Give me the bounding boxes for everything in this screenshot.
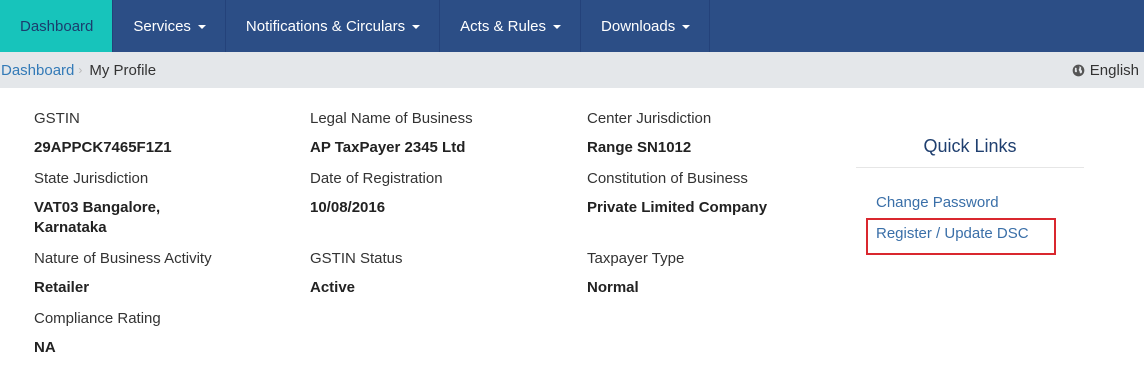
- date-of-registration-value: 10/08/2016: [310, 199, 386, 216]
- nav-acts-rules[interactable]: Acts & Rules: [440, 0, 582, 52]
- nav-notifications-label: Notifications & Circulars: [245, 17, 406, 35]
- nav-dashboard[interactable]: Dashboard: [0, 0, 114, 52]
- caret-down-icon: [553, 25, 562, 29]
- nature-of-business-value: Retailer: [34, 279, 90, 296]
- language-selector[interactable]: English: [1072, 52, 1139, 88]
- breadcrumb-current: My Profile: [89, 61, 157, 79]
- taxpayer-type-label: Taxpayer Type: [587, 250, 685, 267]
- language-label: English: [1089, 61, 1139, 79]
- center-jurisdiction-value: Range SN1012: [587, 139, 692, 156]
- center-jurisdiction-label: Center Jurisdiction: [587, 110, 712, 127]
- nav-dashboard-label: Dashboard: [20, 17, 94, 35]
- nature-of-business-label: Nature of Business Activity: [34, 250, 212, 267]
- taxpayer-type-value: Normal: [587, 279, 639, 296]
- nav-downloads-label: Downloads: [601, 17, 676, 35]
- nav-services[interactable]: Services: [113, 0, 226, 52]
- breadcrumb: Dashboard › My Profile English: [0, 52, 1144, 88]
- legal-name-value: AP TaxPayer 2345 Ltd: [310, 139, 466, 156]
- nav-downloads[interactable]: Downloads: [581, 0, 711, 52]
- compliance-rating-value: NA: [34, 339, 56, 356]
- constitution-label: Constitution of Business: [587, 170, 748, 187]
- gstin-status-label: GSTIN Status: [310, 250, 403, 267]
- quick-links-title: Quick Links: [923, 136, 1017, 156]
- state-jurisdiction-label: State Jurisdiction: [34, 170, 149, 187]
- top-navigation: Dashboard Services Notifications & Circu…: [0, 0, 1144, 52]
- breadcrumb-dashboard-link[interactable]: Dashboard: [0, 62, 74, 79]
- constitution-value: Private Limited Company: [587, 199, 768, 216]
- nav-services-label: Services: [133, 17, 191, 35]
- compliance-rating-label: Compliance Rating: [34, 310, 161, 327]
- gstin-status-value: Active: [310, 279, 356, 296]
- gstin-label: GSTIN: [34, 110, 80, 127]
- quick-links-divider: [856, 167, 1084, 168]
- nav-acts-rules-label: Acts & Rules: [460, 17, 547, 35]
- nav-notifications-circulars[interactable]: Notifications & Circulars: [226, 0, 441, 52]
- breadcrumb-separator: ›: [78, 63, 83, 77]
- caret-down-icon: [682, 25, 691, 29]
- gstin-value: 29APPCK7465F1Z1: [34, 139, 172, 156]
- legal-name-label: Legal Name of Business: [310, 110, 473, 127]
- caret-down-icon: [197, 25, 206, 29]
- caret-down-icon: [412, 25, 421, 29]
- change-password-link[interactable]: Change Password: [876, 194, 999, 211]
- date-of-registration-label: Date of Registration: [310, 170, 443, 187]
- state-jurisdiction-value: VAT03 Bangalore, Karnataka: [34, 199, 161, 236]
- globe-icon: [1072, 64, 1085, 76]
- register-update-dsc-link[interactable]: Register / Update DSC: [876, 225, 1029, 242]
